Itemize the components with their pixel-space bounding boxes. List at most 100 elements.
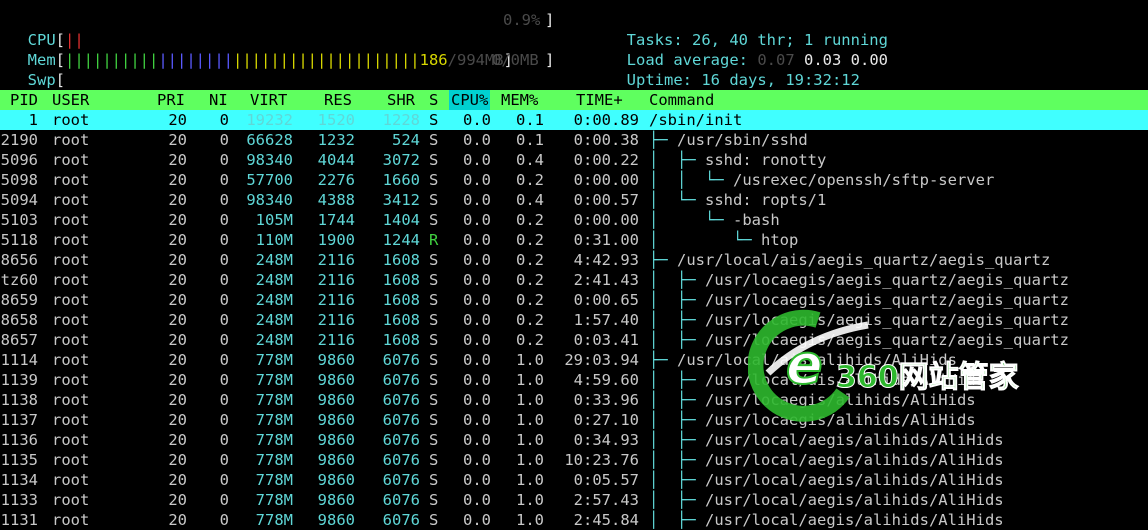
process-command-text: /usrexec/openssh/sftp-server [733,171,995,189]
process-ni: 0 [219,391,229,409]
process-user: root [52,211,90,229]
process-row[interactable]: 8656 root 20 0 248M 2116 1608 S 0.0 0.2 4:42.93 ├─ … [0,250,1148,270]
process-row[interactable]: 5094 root 20 0 98340 4388 3412 S 0.0 0.4 0:00.57 │ … [0,190,1148,210]
process-res: 9860 [317,351,355,369]
column-user[interactable]: USER [52,90,89,110]
process-time: 2:41.43 [573,271,639,289]
process-row[interactable]: 5098 root 20 0 57700 2276 1660 S 0.0 0.2 0:00.00 │ … [0,170,1148,190]
column-command[interactable]: Command [649,90,714,110]
process-tree-branch: │ ├─ [649,411,705,429]
process-row[interactable]: 2190 root 20 0 66628 1232 524 S 0.0 0.1 0:00.38 ├─ … [0,130,1148,150]
process-pri: 20 [168,311,187,329]
swap-label: Swp [27,71,56,89]
process-command: │ ├─ /usr/local/aegis/alihids/AliHids [649,450,1004,470]
column-pri[interactable]: PRI [157,90,185,110]
process-command: │ └─ sshd: ropts/1 [649,190,826,210]
process-row[interactable]: tz60 root 20 0 248M 2116 1608 S 0.0 0.2 2:41.43 │ ├… [0,270,1148,290]
process-row[interactable]: 1138 root 20 0 778M 9860 6076 S 0.0 1.0 0:33.96 │ ├… [0,390,1148,410]
column-cpu[interactable]: CPU% [449,90,491,110]
process-cpu: 0.0 [463,331,491,349]
process-ni: 0 [219,431,229,449]
process-user: root [52,471,90,489]
process-mem: 1.0 [516,491,544,509]
process-ni: 0 [219,231,229,249]
process-row[interactable]: 8659 root 20 0 248M 2116 1608 S 0.0 0.2 0:00.65 │ ├… [0,290,1148,310]
process-time: 0:00.38 [573,131,639,149]
process-row[interactable]: 5103 root 20 0 105M 1744 1404 S 0.0 0.2 0:00.00 │ └… [0,210,1148,230]
process-row[interactable]: 1133 root 20 0 778M 9860 6076 S 0.0 1.0 2:57.43 │ ├… [0,490,1148,510]
process-res: 2276 [317,171,355,189]
process-ni: 0 [219,171,229,189]
process-user: root [52,411,90,429]
process-command-text: /usr/local/aegis/alihids/AliHids [705,451,1004,469]
process-pid: 1114 [0,351,38,369]
process-row[interactable]: 5096 root 20 0 98340 4044 3072 S 0.0 0.4 0:00.22 │ … [0,150,1148,170]
process-tree-branch: │ ├─ [649,331,705,349]
process-shr: 6076 [382,351,420,369]
process-mem: 0.2 [516,171,544,189]
process-shr: 1608 [382,311,420,329]
process-res: 9860 [317,511,355,529]
process-pid: 8658 [0,311,38,329]
swap-value: 0/0MB [492,51,539,69]
process-row[interactable]: 5118 root 20 0 110M 1900 1244 R 0.0 0.2 0:31.00 │ └… [0,230,1148,250]
process-user: root [52,511,90,529]
process-state: S [429,311,439,329]
swap-meter: Swp[ [27,71,66,89]
process-user: root [52,251,90,269]
process-pri: 20 [168,411,187,429]
process-pri: 20 [168,471,187,489]
process-row[interactable]: 1137 root 20 0 778M 9860 6076 S 0.0 1.0 0:27.10 │ ├… [0,410,1148,430]
process-mem: 1.0 [516,351,544,369]
process-tree-branch: │ ├─ [649,151,705,169]
process-virt: 778M [255,471,293,489]
process-mem: 1.0 [516,431,544,449]
process-state: S [429,391,439,409]
process-user: root [52,111,90,129]
process-res: 1900 [317,231,355,249]
process-command-text: /usr/locaegis/alihids/AliHids [705,391,976,409]
process-row[interactable]: 8657 root 20 0 248M 2116 1608 S 0.0 0.2 0:03.41 │ ├… [0,330,1148,350]
process-pri: 20 [168,511,187,529]
process-mem: 0.2 [516,311,544,329]
column-virt[interactable]: VIRT [250,90,287,110]
process-state: S [429,431,439,449]
process-row[interactable]: 8658 root 20 0 248M 2116 1608 S 0.0 0.2 1:57.40 │ ├… [0,310,1148,330]
process-virt: 248M [255,251,293,269]
column-ni[interactable]: NI [209,90,228,110]
process-command-text: /usr/local/aegis/alihids/AliHids [705,511,1004,529]
column-mem[interactable]: MEM% [501,90,538,110]
process-user: root [52,131,90,149]
process-mem: 1.0 [516,471,544,489]
process-mem: 1.0 [516,511,544,529]
process-user: root [52,491,90,509]
process-ni: 0 [219,251,229,269]
column-res[interactable]: RES [324,90,352,110]
process-row[interactable]: 1139 root 20 0 778M 9860 6076 S 0.0 1.0 4:59.60 │ ├… [0,370,1148,390]
process-user: root [52,351,90,369]
process-shr: 6076 [382,411,420,429]
process-res: 2116 [317,291,355,309]
column-shr[interactable]: SHR [387,90,415,110]
process-tree-branch: │ ├─ [649,491,705,509]
process-row[interactable]: 1114 root 20 0 778M 9860 6076 S 0.0 1.0 29:03.94 ├─… [0,350,1148,370]
process-tree-branch: ├─ [649,131,677,149]
column-time[interactable]: TIME+ [576,90,623,110]
column-pid[interactable]: PID [10,90,38,110]
process-row[interactable]: 1136 root 20 0 778M 9860 6076 S 0.0 1.0 0:34.93 │ ├… [0,430,1148,450]
process-row[interactable]: 1 root 20 0 19232 1520 1228 S 0.0 0.1 0:00.89/sbin… [0,110,1148,130]
process-row[interactable]: 1134 root 20 0 778M 9860 6076 S 0.0 1.0 0:05.57 │ ├… [0,470,1148,490]
column-s[interactable]: S [429,90,438,110]
process-command: ├─ /usr/sbin/sshd [649,130,808,150]
process-ni: 0 [219,131,229,149]
process-virt: 248M [255,331,293,349]
process-row[interactable]: 1131 root 20 0 778M 9860 6076 S 0.0 1.0 2:45.84 │ ├… [0,510,1148,530]
process-cpu: 0.0 [463,211,491,229]
process-virt: 19232 [246,111,293,129]
mem-meter: Mem[||||||||||||||||||||||||||||||||||||… [27,51,513,69]
process-state: S [429,131,439,149]
process-table-header: PID USER PRI NI VIRT RES SHR S CPU% MEM%… [0,90,1148,110]
process-cpu: 0.0 [463,251,491,269]
process-pri: 20 [168,371,187,389]
process-row[interactable]: 1135 root 20 0 778M 9860 6076 S 0.0 1.0 10:23.76 │ … [0,450,1148,470]
